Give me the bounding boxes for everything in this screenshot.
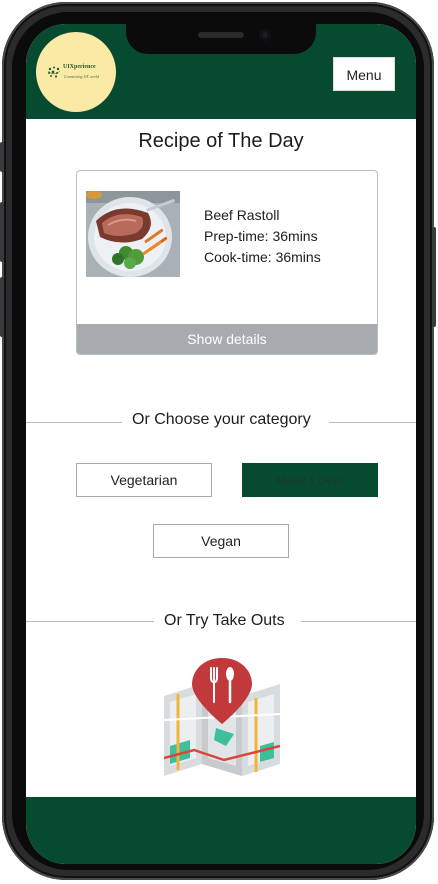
recipe-card[interactable]: Beef Rastoll Prep-time: 36mins Cook-time… <box>76 170 378 355</box>
menu-button[interactable]: Menu <box>333 57 395 91</box>
category-vegan-button[interactable]: Vegan <box>153 524 289 558</box>
show-details-button[interactable]: Show details <box>77 324 377 354</box>
category-heading: Or Choose your category <box>132 411 311 428</box>
takeouts-heading: Or Try Take Outs <box>164 612 285 629</box>
recipe-prep-time: Prep-time: 36mins <box>204 228 318 244</box>
recipe-info: Beef Rastoll Prep-time: 36mins Cook-time… <box>204 205 321 268</box>
app-screen: UIXperience Connecting UX world Menu Rec… <box>26 24 416 864</box>
recipe-photo <box>86 191 180 277</box>
recipe-of-the-day-title: Recipe of The Day <box>138 130 304 152</box>
takeouts-divider-right <box>301 621 416 622</box>
category-divider-left <box>26 422 122 423</box>
speaker-grille <box>198 32 244 38</box>
logo-title: UIXperience <box>63 64 96 70</box>
recipe-cook-time: Cook-time: 36mins <box>204 249 321 265</box>
app-footer <box>26 797 416 864</box>
logo-tagline: Connecting UX world <box>64 74 100 79</box>
phone-notch <box>126 24 316 54</box>
category-divider-right <box>329 422 416 423</box>
brand-logo[interactable]: UIXperience Connecting UX world <box>36 32 116 112</box>
phone-side-button <box>0 142 4 172</box>
category-meat-lover-button[interactable]: Meat Lover <box>242 463 378 497</box>
front-camera <box>259 29 271 41</box>
takeouts-divider-left <box>26 621 154 622</box>
phone-volume-up <box>0 202 4 262</box>
phone-power-button <box>432 227 436 327</box>
recipe-name: Beef Rastoll <box>204 207 280 223</box>
flourish-icon <box>47 66 61 78</box>
category-vegetarian-button[interactable]: Vegetarian <box>76 463 212 497</box>
phone-volume-down <box>0 277 4 337</box>
phone-frame: UIXperience Connecting UX world Menu Rec… <box>0 2 436 880</box>
restaurant-map-icon[interactable] <box>164 654 280 778</box>
